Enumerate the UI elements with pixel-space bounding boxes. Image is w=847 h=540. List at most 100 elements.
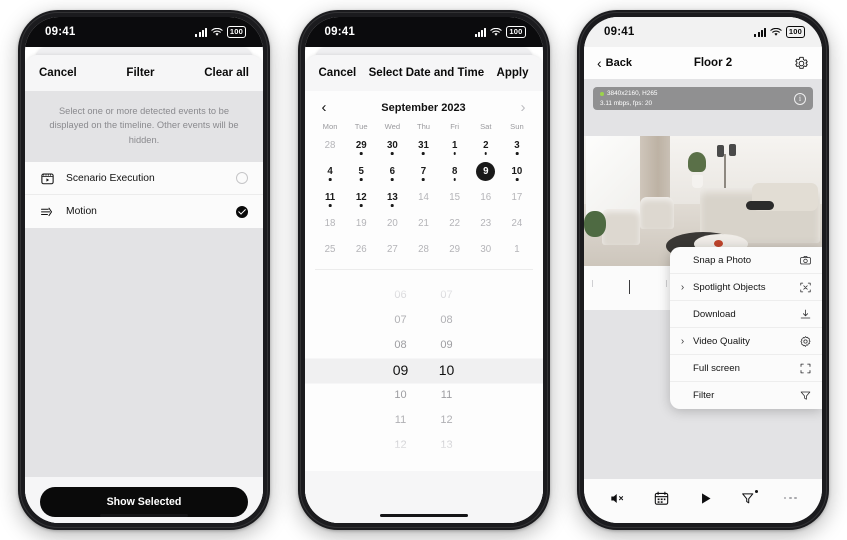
calendar-day[interactable]: 19 bbox=[346, 211, 377, 236]
show-selected-button[interactable]: Show Selected bbox=[40, 487, 248, 517]
calendar-day[interactable]: 21 bbox=[408, 211, 439, 236]
calendar-day[interactable]: 8 bbox=[439, 159, 470, 184]
minute-option[interactable]: 13 bbox=[436, 433, 458, 458]
calendar-day[interactable]: 7 bbox=[408, 159, 439, 184]
calendar-day-event-dot bbox=[422, 152, 425, 155]
chevron-left-icon[interactable]: ‹ bbox=[322, 100, 327, 115]
list-item-scenario-execution[interactable]: Scenario Execution bbox=[25, 162, 263, 196]
calendar-day-number: 22 bbox=[449, 218, 461, 229]
calendar-day[interactable]: 20 bbox=[377, 211, 408, 236]
play-icon[interactable] bbox=[697, 490, 714, 507]
calendar-day[interactable]: 15 bbox=[439, 185, 470, 210]
hour-column[interactable]: 06 07 08 09 10 11 12 bbox=[390, 283, 412, 458]
minute-option[interactable]: 10 bbox=[436, 358, 458, 383]
cancel-button[interactable]: Cancel bbox=[39, 67, 77, 79]
hour-option[interactable]: 06 bbox=[390, 283, 412, 308]
calendar-day[interactable]: 25 bbox=[315, 237, 346, 262]
calendar-day[interactable]: 6 bbox=[377, 159, 408, 184]
calendar-day-number: 19 bbox=[355, 218, 367, 229]
calendar-month-label: September 2023 bbox=[381, 101, 466, 114]
calendar-day[interactable]: 28 bbox=[315, 133, 346, 158]
stream-resolution: 3840x2160, H265 bbox=[607, 90, 658, 98]
clear-all-button[interactable]: Clear all bbox=[204, 67, 249, 79]
calendar-day[interactable]: 1 bbox=[439, 133, 470, 158]
navigation-bar: ‹ Back Floor 2 bbox=[584, 47, 822, 79]
calendar-day[interactable]: 22 bbox=[439, 211, 470, 236]
context-menu-item[interactable]: ›Full screen bbox=[670, 355, 822, 382]
calendar-day[interactable]: 16 bbox=[470, 185, 501, 210]
context-menu-item[interactable]: › Spotlight Objects bbox=[670, 274, 822, 301]
filter-funnel-icon[interactable] bbox=[740, 489, 759, 507]
hour-option[interactable]: 09 bbox=[390, 358, 412, 383]
home-indicator[interactable] bbox=[379, 513, 468, 517]
context-menu-item[interactable]: › Video Quality bbox=[670, 328, 822, 355]
calendar-day-number: 3 bbox=[514, 140, 520, 151]
cellular-bars-icon bbox=[474, 27, 487, 37]
calendar-day[interactable]: 13 bbox=[377, 185, 408, 210]
calendar-day[interactable]: 29 bbox=[439, 237, 470, 262]
calendar-day-number: 28 bbox=[418, 244, 429, 255]
minute-option[interactable]: 08 bbox=[436, 308, 458, 333]
minute-option[interactable]: 09 bbox=[436, 333, 458, 358]
calendar-weekday: Wed bbox=[384, 122, 401, 131]
back-button[interactable]: ‹ Back bbox=[597, 55, 632, 71]
calendar-day[interactable]: 29 bbox=[346, 133, 377, 158]
time-picker[interactable]: 06 07 08 09 10 11 12 07 08 09 10 11 12 13 bbox=[304, 270, 543, 471]
hour-option[interactable]: 07 bbox=[390, 308, 412, 333]
calendar-day[interactable]: 24 bbox=[501, 211, 532, 236]
hour-option[interactable]: 10 bbox=[390, 383, 412, 408]
hour-option[interactable]: 08 bbox=[390, 333, 412, 358]
more-dots-icon[interactable] bbox=[783, 496, 797, 500]
calendar-day-event-dot bbox=[515, 152, 519, 155]
cellular-bars-icon bbox=[195, 27, 207, 37]
context-menu-item[interactable]: ›Download bbox=[670, 301, 822, 328]
minute-option[interactable]: 11 bbox=[436, 383, 458, 408]
list-item-motion[interactable]: Motion bbox=[25, 195, 263, 228]
video-armchair bbox=[602, 208, 640, 245]
info-circle-icon[interactable]: i bbox=[794, 92, 806, 105]
status-indicators: 100 bbox=[754, 26, 805, 38]
calendar-day-number: 14 bbox=[418, 192, 429, 203]
home-indicator[interactable] bbox=[100, 513, 188, 517]
calendar-day[interactable]: 11 bbox=[315, 185, 346, 210]
phone1-screen: 09:41 100 Cancel Filter Clear all Select… bbox=[25, 17, 263, 523]
page-title: Select Date and Time bbox=[368, 67, 485, 79]
calendar-day[interactable]: 30 bbox=[377, 133, 408, 158]
calendar-day[interactable]: 2 bbox=[470, 133, 501, 158]
cancel-button[interactable]: Cancel bbox=[319, 67, 357, 79]
calendar-day[interactable]: 28 bbox=[408, 237, 439, 262]
calendar-day[interactable]: 1 bbox=[501, 237, 532, 262]
calendar-day[interactable]: 5 bbox=[346, 159, 377, 184]
context-menu-item[interactable]: ›Filter bbox=[670, 382, 822, 409]
calendar-day[interactable]: 12 bbox=[346, 185, 377, 210]
cellular-bars-icon bbox=[754, 27, 766, 37]
gear-icon[interactable] bbox=[794, 56, 809, 71]
checkbox-scenario-execution[interactable] bbox=[236, 172, 248, 185]
calendar-day[interactable]: 10 bbox=[501, 159, 532, 184]
hour-option[interactable]: 12 bbox=[390, 433, 412, 458]
mute-icon[interactable] bbox=[609, 490, 626, 507]
gear-icon bbox=[799, 335, 812, 348]
minute-column[interactable]: 07 08 09 10 11 12 13 bbox=[436, 283, 458, 458]
calendar-day[interactable]: 9 bbox=[470, 159, 501, 184]
apply-button[interactable]: Apply bbox=[497, 67, 529, 79]
hour-option[interactable]: 11 bbox=[390, 408, 412, 433]
calendar-day[interactable]: 23 bbox=[470, 211, 501, 236]
calendar-day[interactable]: 3 bbox=[501, 133, 532, 158]
context-menu-item[interactable]: ›Snap a Photo bbox=[670, 247, 822, 274]
calendar-day[interactable]: 18 bbox=[315, 211, 346, 236]
calendar-day-number: 25 bbox=[324, 244, 336, 255]
calendar-day[interactable]: 14 bbox=[408, 185, 439, 210]
minute-option[interactable]: 12 bbox=[436, 408, 458, 433]
minute-option[interactable]: 07 bbox=[436, 283, 458, 308]
calendar-day[interactable]: 17 bbox=[501, 185, 532, 210]
chevron-right-icon[interactable]: › bbox=[520, 100, 525, 115]
calendar-day[interactable]: 27 bbox=[377, 237, 408, 262]
checkbox-motion[interactable] bbox=[236, 205, 248, 218]
calendar-day[interactable]: 30 bbox=[470, 237, 501, 262]
chevron-right-icon: › bbox=[680, 335, 685, 347]
calendar-icon[interactable] bbox=[653, 490, 670, 507]
calendar-day[interactable]: 26 bbox=[346, 237, 377, 262]
calendar-day[interactable]: 31 bbox=[408, 133, 439, 158]
calendar-day[interactable]: 4 bbox=[315, 159, 346, 184]
